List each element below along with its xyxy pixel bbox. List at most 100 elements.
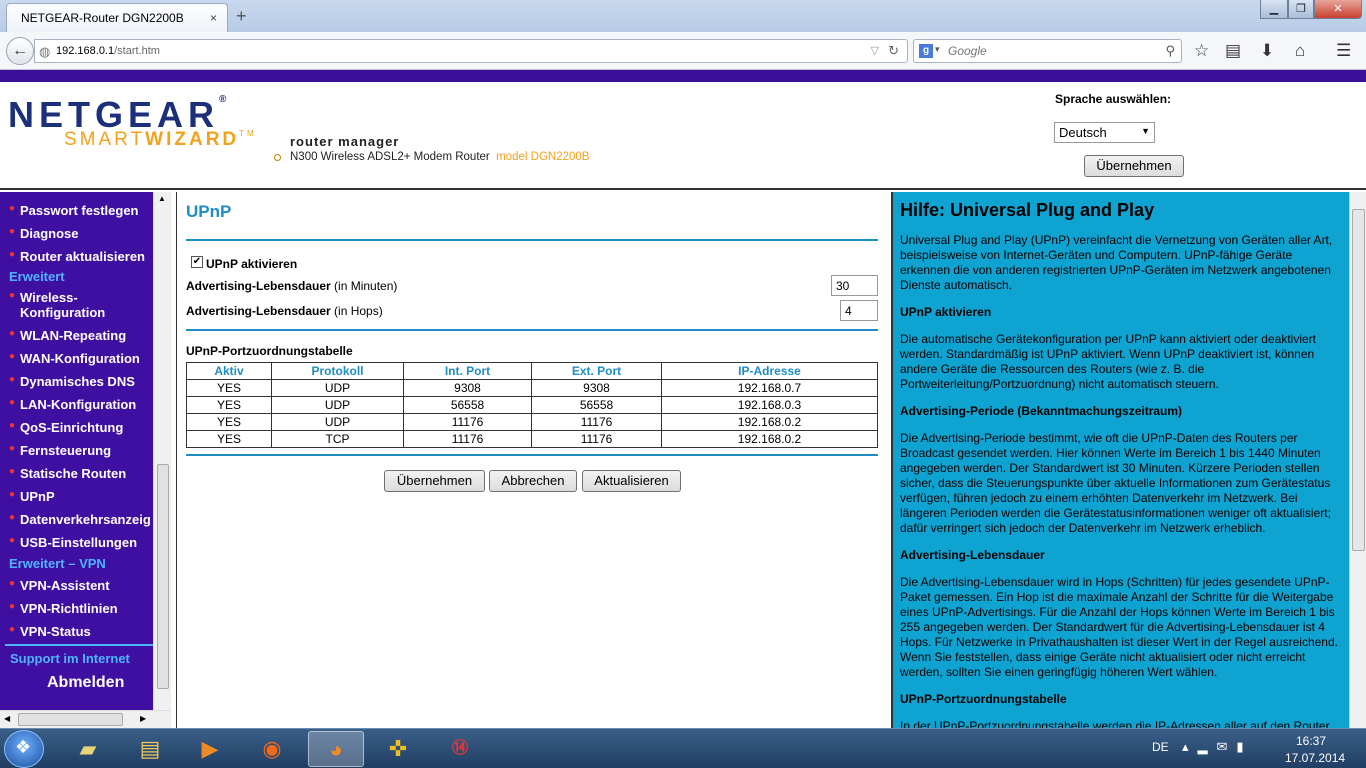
sidebar-hscroll-thumb[interactable] [18,713,123,726]
tab-close-icon[interactable]: × [210,11,217,25]
divider [186,329,878,331]
language-apply-button[interactable]: Übernehmen [1084,155,1184,177]
sidebar-item[interactable]: ● VPN-Richtlinien [9,601,118,616]
reload-icon[interactable]: ↻ [888,43,899,59]
sidebar-item-label: Router aktualisieren [20,249,145,264]
cancel-button[interactable]: Abbrechen [489,470,577,492]
table-row: YES UDP 9308 9308 192.168.0.7 [186,379,878,397]
clock-date[interactable]: 17.07.2014 [1285,751,1345,765]
download-icon[interactable]: ⬇ [1260,41,1274,61]
help-paragraph: Universal Plug and Play (UPnP) vereinfac… [900,233,1333,292]
sidebar-scroll-thumb[interactable] [157,464,169,689]
start-button[interactable] [4,730,44,768]
sidebar-item-label: WAN-Konfiguration [20,351,140,366]
sidebar-item[interactable]: ● Fernsteuerung [9,443,111,458]
sidebar-item[interactable]: ● WLAN-Repeating [9,328,127,343]
router-header: NETGEAR® SMARTWIZARDTM router manager N3… [0,82,1366,190]
language-select[interactable]: Deutsch ▼ [1054,122,1155,143]
support-link[interactable]: Support im Internet [10,651,130,666]
sidebar-item[interactable]: ● WAN-Konfiguration [9,351,140,366]
new-tab-icon[interactable]: + [236,6,247,27]
sidebar-item[interactable]: ● Wireless- Konfiguration [9,290,105,320]
sidebar-item[interactable]: ● QoS-Einrichtung [9,420,124,435]
media-player-icon[interactable]: ▶ [182,731,238,767]
advertising-lifetime-input[interactable]: 4 [840,300,878,321]
table-cell: 11176 [531,430,662,448]
sidebar-item[interactable]: ● Diagnose [9,226,79,241]
search-input[interactable] [948,43,1148,59]
table-row: YES UDP 11176 11176 192.168.0.2 [186,413,878,431]
sidebar-item-label: WLAN-Repeating [20,328,127,343]
language-label: Sprache auswählen: [1055,92,1172,106]
table-cell: 11176 [403,413,532,431]
sidebar-horizontal-scrollbar[interactable]: ◀ ▶ [0,710,171,728]
sidebar-item[interactable]: ● Passwort festlegen [9,203,139,218]
bullet-icon: ● [9,443,16,454]
menu-icon[interactable]: ☰ [1336,41,1351,61]
file-explorer-icon[interactable]: ▤ [122,731,178,767]
table-header: Aktiv [186,362,272,380]
apply-button[interactable]: Übernehmen [384,470,485,492]
help-scroll-thumb[interactable] [1352,209,1365,551]
search-box[interactable]: g ▾ ⚲ [913,39,1182,63]
tray-icons[interactable]: ▴▂✉▮ [1182,739,1253,755]
table-cell: 56558 [403,396,532,414]
sticky-notes-icon[interactable]: ▰ [60,731,116,767]
tray-language[interactable]: DE [1152,740,1169,754]
scroll-left-icon[interactable]: ◀ [4,714,10,723]
table-cell: 192.168.0.2 [661,430,878,448]
scroll-up-icon[interactable]: ▲ [158,194,166,203]
table-cell: 192.168.0.7 [661,379,878,397]
table-cell: UDP [271,379,404,397]
back-arrow-icon[interactable]: ← [6,37,34,65]
url-dropdown-icon[interactable]: ▽ [871,44,879,57]
sidebar-scrollbar[interactable]: ▲ [153,192,171,710]
sidebar-section-advanced[interactable]: Erweitert [9,269,65,284]
google-icon[interactable]: g [919,44,933,58]
upnp-enable-checkbox[interactable]: ✔ [191,256,203,268]
table-cell: YES [186,430,272,448]
minimize-button[interactable]: ▁ [1260,0,1288,19]
sidebar-item-label: QoS-Einrichtung [20,420,124,435]
search-icon[interactable]: ⚲ [1165,43,1175,59]
sidebar-item[interactable]: ● VPN-Assistent [9,578,110,593]
refresh-button[interactable]: Aktualisieren [582,470,681,492]
router-manager-title: router manager [290,134,400,149]
logout-link[interactable]: Abmelden [47,674,124,692]
sidebar-item[interactable]: ● USB-Einstellungen [9,535,137,550]
table-header: Protokoll [271,362,404,380]
table-cell: 11176 [403,430,532,448]
sidebar-section-vpn[interactable]: Erweitert – VPN [9,556,106,571]
bullet-icon: ● [9,226,16,237]
sidebar-item[interactable]: ● Datenverkehrsanzeig [9,512,151,527]
address-bar[interactable]: ◍ 192.168.0.1/start.htm ▽ ↻ [34,39,908,63]
bookmark-star-icon[interactable]: ☆ [1194,41,1209,61]
table-header: IP-Adresse [661,362,878,380]
sidebar-item[interactable]: ● LAN-Konfiguration [9,397,136,412]
gamepad-icon[interactable]: ✜ [370,731,426,767]
bullet-icon: ● [9,351,16,362]
sidebar-item[interactable]: ● Statische Routen [9,466,126,481]
advertising-period-input[interactable]: 30 [831,275,878,296]
firefox-icon[interactable]: ◕ [308,731,364,767]
table-cell: UDP [271,413,404,431]
scroll-right-icon[interactable]: ▶ [140,714,146,723]
help-scrollbar[interactable] [1349,192,1366,728]
sidebar-item[interactable]: ● VPN-Status [9,624,91,639]
sidebar-item[interactable]: ● UPnP [9,489,55,504]
bookmarks-list-icon[interactable]: ▤ [1225,41,1241,61]
browser-tab[interactable]: NETGEAR-Router DGN2200B × [6,3,228,32]
home-icon[interactable]: ⌂ [1295,41,1305,61]
url-text: 192.168.0.1/start.htm [56,45,160,57]
clock-time[interactable]: 16:37 [1296,734,1326,748]
browser-window: NETGEAR-Router DGN2200B × + ▁ ❐ ✕ ← ◍ 19… [0,0,1366,768]
divider [186,454,878,456]
app-14-icon[interactable]: ⑭ [432,731,488,767]
close-window-button[interactable]: ✕ [1314,0,1362,19]
maximize-button[interactable]: ❐ [1288,0,1314,19]
search-engine-dropdown-icon[interactable]: ▾ [935,44,940,55]
sidebar-item[interactable]: ● Router aktualisieren [9,249,145,264]
sidebar-item[interactable]: ● Dynamisches DNS [9,374,135,389]
origin-icon[interactable]: ◉ [244,731,300,767]
tab-title: NETGEAR-Router DGN2200B [21,11,184,25]
